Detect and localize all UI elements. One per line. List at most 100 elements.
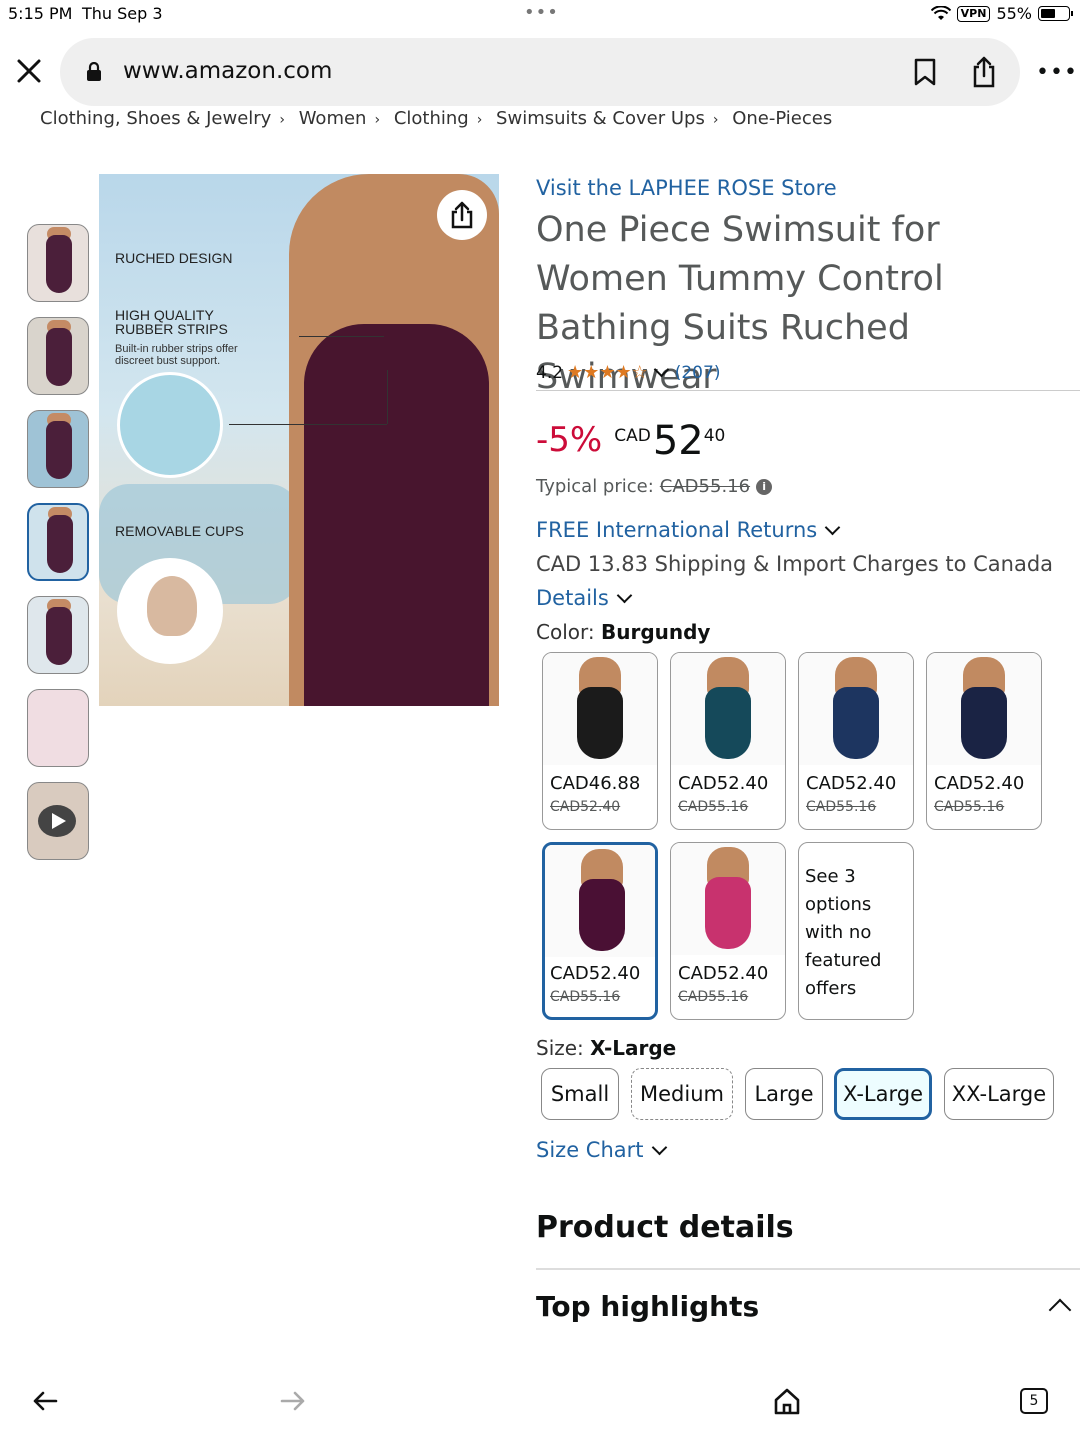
share-icon[interactable] xyxy=(970,56,998,88)
color-swatch[interactable]: CAD52.40 CAD55.16 xyxy=(926,652,1042,830)
more-options-swatch[interactable]: See 3 options with no featured offers xyxy=(798,842,914,1020)
price-whole: 52 xyxy=(652,418,704,464)
color-swatch[interactable]: CAD52.40 CAD55.16 xyxy=(670,652,786,830)
price-block: -5% CAD 52 40 xyxy=(536,418,725,464)
chevron-up-icon[interactable] xyxy=(1048,1298,1072,1322)
size-option-large[interactable]: Large xyxy=(745,1068,823,1120)
store-link[interactable]: Visit the LAPHEE ROSE Store xyxy=(536,176,837,200)
swatch-price: CAD52.40 xyxy=(806,773,897,794)
thumbnail-selected[interactable] xyxy=(27,503,89,581)
breadcrumb-separator: › xyxy=(476,112,483,128)
color-swatch-selected[interactable]: CAD52.40 CAD55.16 xyxy=(542,842,658,1020)
size-option-small[interactable]: Small xyxy=(541,1068,619,1120)
thumbnail[interactable] xyxy=(27,689,89,767)
size-option-x-large[interactable]: X-Large xyxy=(834,1068,932,1120)
swatch-price: CAD46.88 xyxy=(550,773,641,794)
color-swatch[interactable]: CAD52.40 CAD55.16 xyxy=(798,652,914,830)
size-label-prefix: Size: xyxy=(536,1036,584,1060)
size-chart-label: Size Chart xyxy=(536,1138,644,1162)
info-icon[interactable]: i xyxy=(756,478,773,495)
breadcrumb-separator: › xyxy=(712,112,719,128)
swatch-old-price: CAD55.16 xyxy=(550,989,621,1005)
typical-price-label: Typical price: xyxy=(536,476,654,497)
breadcrumb-separator: › xyxy=(374,112,381,128)
main-product-image[interactable]: RUCHED DESIGN HIGH QUALITY RUBBER STRIPS… xyxy=(99,174,499,706)
swatch-old-price: CAD55.16 xyxy=(678,799,749,815)
status-right: VPN 55% xyxy=(930,4,1073,23)
more-options-button[interactable]: ••• xyxy=(1036,60,1078,85)
size-option-xx-large[interactable]: XX-Large xyxy=(944,1068,1054,1120)
discount-percent: -5% xyxy=(536,420,603,460)
details-link[interactable]: Details xyxy=(536,586,633,610)
breadcrumb-item[interactable]: One-Pieces xyxy=(732,108,832,129)
rating-count-link[interactable]: (207) xyxy=(675,363,721,383)
swatch-price: CAD52.40 xyxy=(678,963,769,984)
address-bar[interactable]: www.amazon.com xyxy=(60,38,1020,106)
rating-row[interactable]: 4.2 ★★★★☆ (207) xyxy=(536,361,721,383)
thumbnail[interactable] xyxy=(27,317,89,395)
typical-price-value: CAD55.16 xyxy=(659,476,751,497)
price-fraction: 40 xyxy=(703,426,726,446)
swatch-old-price: CAD55.16 xyxy=(678,989,749,1005)
video-thumbnail[interactable] xyxy=(27,782,89,860)
selected-color: Burgundy xyxy=(600,620,711,644)
home-icon[interactable] xyxy=(772,1386,802,1416)
breadcrumb-item[interactable]: Clothing, Shoes & Jewelry xyxy=(40,108,271,129)
color-label-prefix: Color: xyxy=(536,620,595,644)
size-option-medium[interactable]: Medium xyxy=(631,1068,733,1120)
lock-icon xyxy=(87,62,101,81)
typical-price: Typical price: CAD55.16 i xyxy=(536,476,773,497)
image-label: RUBBER STRIPS xyxy=(115,321,228,337)
swatch-old-price: CAD55.16 xyxy=(806,799,877,815)
battery-percent: 55% xyxy=(996,4,1032,23)
breadcrumb-item[interactable]: Women xyxy=(299,108,367,129)
breadcrumb-item[interactable]: Clothing xyxy=(394,108,469,129)
swatch-old-price: CAD52.40 xyxy=(550,799,621,815)
thumbnail[interactable] xyxy=(27,410,89,488)
chevron-down-icon xyxy=(651,1139,667,1156)
shipping-info: CAD 13.83 Shipping & Import Charges to C… xyxy=(536,552,1054,576)
close-icon[interactable] xyxy=(14,56,44,86)
rating-value: 4.2 xyxy=(536,362,564,383)
color-swatch[interactable]: CAD52.40 CAD55.16 xyxy=(670,842,786,1020)
image-caption: Built-in rubber strips offer xyxy=(115,343,238,355)
chevron-down-icon xyxy=(824,519,841,536)
breadcrumb-item[interactable]: Swimsuits & Cover Ups xyxy=(496,108,705,129)
image-share-button[interactable] xyxy=(437,190,487,240)
breadcrumb: Clothing, Shoes & Jewelry › Women › Clothi… xyxy=(40,108,832,132)
swatch-price: CAD52.40 xyxy=(934,773,1025,794)
status-time: 5:15 PM xyxy=(8,4,73,23)
thumbnail[interactable] xyxy=(27,224,89,302)
url-text[interactable]: www.amazon.com xyxy=(123,58,332,84)
image-label: REMOVABLE CUPS xyxy=(115,523,244,539)
swatch-price: CAD52.40 xyxy=(550,963,641,984)
free-returns-label: FREE International Returns xyxy=(536,518,818,542)
wifi-icon xyxy=(930,5,951,20)
share-icon xyxy=(451,201,473,229)
back-arrow-icon[interactable] xyxy=(32,1388,58,1414)
divider xyxy=(536,390,1080,391)
bookmark-icon[interactable] xyxy=(912,58,938,86)
divider xyxy=(536,1268,1080,1270)
breadcrumb-separator: › xyxy=(279,112,285,128)
color-swatch[interactable]: CAD46.88 CAD52.40 xyxy=(542,652,658,830)
chevron-down-icon xyxy=(653,361,670,378)
top-highlights-heading[interactable]: Top highlights xyxy=(536,1290,759,1323)
thumbnail[interactable] xyxy=(27,596,89,674)
multitask-dots[interactable]: ••• xyxy=(524,2,559,23)
status-date: Thu Sep 3 xyxy=(82,4,163,23)
forward-arrow-icon[interactable] xyxy=(280,1388,306,1414)
product-details-heading: Product details xyxy=(536,1210,794,1245)
vpn-badge: VPN xyxy=(956,5,991,22)
star-rating-icon: ★★★★☆ xyxy=(567,362,648,383)
play-icon xyxy=(38,805,76,837)
selected-size: X-Large xyxy=(590,1036,677,1060)
swatch-old-price: CAD55.16 xyxy=(934,799,1005,815)
color-label: Color: Burgundy xyxy=(536,620,710,644)
price-currency: CAD xyxy=(614,426,651,446)
details-label: Details xyxy=(536,586,609,610)
swatch-price: CAD52.40 xyxy=(678,773,769,794)
free-returns-link[interactable]: FREE International Returns xyxy=(536,518,841,542)
size-chart-link[interactable]: Size Chart xyxy=(536,1138,667,1162)
tab-count-button[interactable]: 5 xyxy=(1020,1388,1048,1414)
